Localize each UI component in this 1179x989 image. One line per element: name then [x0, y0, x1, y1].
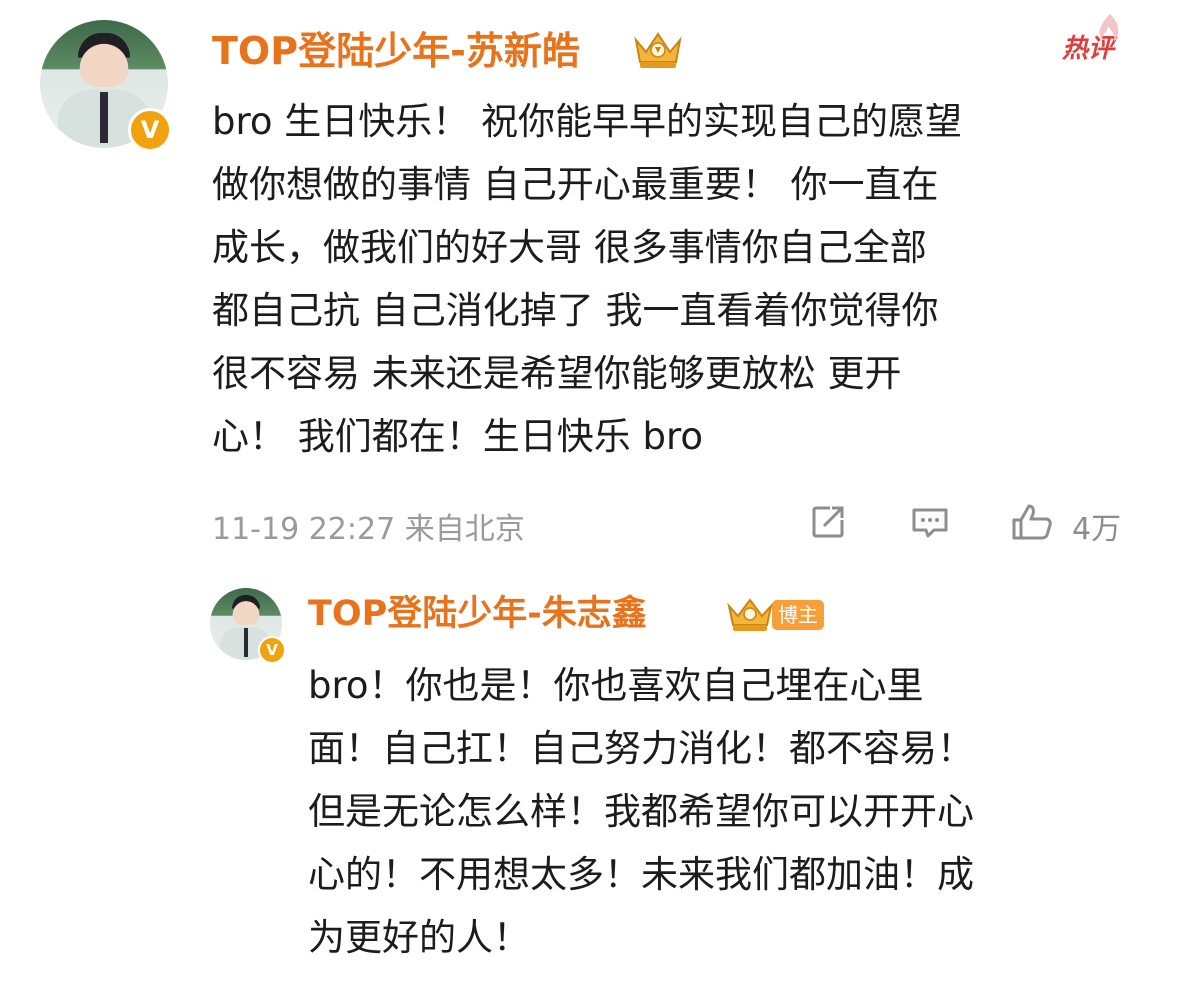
reply-text: bro！你也是！你也喜欢自己埋在心里 面！自己扛！自己努力消化！都不容易！ 但是… [308, 654, 1148, 969]
verified-v-icon: V [258, 636, 286, 664]
like-count: 4万 [1072, 512, 1122, 547]
comment-line: 很不容易 未来还是希望你能够更放松 更开 [212, 352, 902, 395]
comment-line: 都自己抗 自己消化掉了 我一直看着你觉得你 [212, 289, 939, 332]
username[interactable]: TOP登陆少年-朱志鑫 [308, 593, 647, 635]
reply-line: 心的！不用想太多！未来我们都加油！成 [308, 853, 974, 896]
reply-line: 面！自己扛！自己努力消化！都不容易！ [308, 727, 974, 770]
comment-meta: 11-19 22:27 来自北京 4万 [212, 500, 1142, 547]
avatar[interactable]: V [210, 588, 286, 664]
reply-line: 为更好的人！ [308, 916, 530, 959]
comment-text: bro 生日快乐！ 祝你能早早的实现自己的愿望 做你想做的事情 自己开心最重要！… [212, 90, 1152, 468]
like-icon[interactable] [1010, 502, 1054, 542]
crown-badge-icon [630, 26, 686, 72]
share-icon[interactable] [808, 502, 848, 542]
comment-line: 心！ 我们都在！生日快乐 bro [212, 415, 704, 458]
crown-badge-icon [724, 594, 776, 634]
flame-icon [1099, 14, 1119, 42]
comment-line: bro 生日快乐！ 祝你能早早的实现自己的愿望 [212, 100, 963, 143]
hot-comment-badge: 热评 [1062, 14, 1119, 65]
reply-icon[interactable] [910, 502, 950, 542]
avatar[interactable]: V [40, 20, 172, 152]
username[interactable]: TOP登陆少年-苏新皓 [212, 28, 580, 74]
comment-line: 成长，做我们的好大哥 很多事情你自己全部 [212, 226, 927, 269]
blogger-tag: 博主 [772, 600, 824, 630]
reply-line: 但是无论怎么样！我都希望你可以开开心 [308, 790, 974, 833]
time-location: 11-19 22:27 来自北京 [212, 512, 525, 547]
reply-line: bro！你也是！你也喜欢自己埋在心里 [308, 664, 924, 707]
comment-line: 做你想做的事情 自己开心最重要！ 你一直在 [212, 163, 939, 206]
verified-v-icon: V [128, 108, 172, 152]
